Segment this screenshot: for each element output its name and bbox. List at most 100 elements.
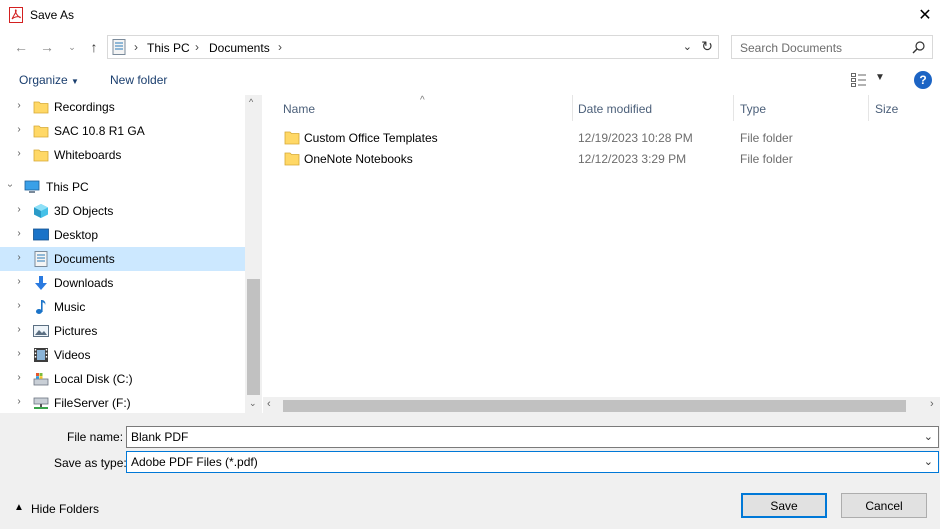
address-bar[interactable]: › This PC › Documents › ⌄ ↻ — [107, 35, 719, 59]
organize-button[interactable]: Organize ▼ — [19, 73, 79, 87]
tree-item-sac[interactable]: › SAC 10.8 R1 GA — [0, 119, 245, 143]
search-input[interactable]: Search Documents — [740, 41, 842, 55]
up-button[interactable]: ↑ — [85, 38, 103, 56]
chevron-right-icon[interactable]: › — [14, 324, 24, 335]
column-divider[interactable] — [572, 95, 573, 121]
tree-item-documents[interactable]: › Documents — [0, 247, 245, 271]
column-header-type[interactable]: Type — [740, 102, 766, 116]
folder-icon — [284, 152, 300, 166]
pdf-app-icon — [9, 7, 23, 23]
chevron-right-icon[interactable]: › — [14, 252, 24, 263]
chevron-down-icon[interactable]: › — [5, 181, 16, 191]
file-list[interactable]: ^ Name Date modified Type Size Custom Of… — [263, 95, 940, 413]
tree-item-downloads[interactable]: › Downloads — [0, 271, 245, 295]
search-box[interactable]: Search Documents — [731, 35, 933, 59]
picture-icon — [33, 325, 49, 337]
desktop-icon — [33, 228, 49, 241]
file-name: Custom Office Templates — [304, 131, 438, 145]
breadcrumb-documents[interactable]: Documents — [209, 41, 270, 55]
folder-icon — [284, 131, 300, 145]
scroll-left-icon[interactable]: ‹ — [267, 398, 271, 410]
breadcrumb-separator: › — [195, 40, 199, 54]
tree-item-music[interactable]: › Music — [0, 295, 245, 319]
chevron-right-icon[interactable]: › — [14, 148, 24, 159]
command-bar: Organize ▼ New folder ▼ ? — [0, 66, 940, 94]
tree-item-pictures[interactable]: › Pictures — [0, 319, 245, 343]
chevron-right-icon[interactable]: › — [14, 396, 24, 407]
network-drive-icon — [33, 397, 49, 409]
chevron-right-icon[interactable]: › — [14, 228, 24, 239]
column-header-size[interactable]: Size — [875, 102, 898, 116]
tree-item-recordings[interactable]: › Recordings — [0, 95, 245, 119]
tree-item-label: Music — [54, 300, 86, 314]
file-date: 12/12/2023 3:29 PM — [578, 152, 687, 166]
chevron-down-icon[interactable]: ⌄ — [924, 455, 933, 468]
chevron-right-icon[interactable]: › — [14, 204, 24, 215]
help-icon[interactable]: ? — [914, 71, 932, 89]
tree-item-label: Recordings — [54, 100, 115, 114]
address-dropdown-icon[interactable]: ⌄ — [683, 40, 692, 53]
chevron-down-icon: ⌄ — [68, 41, 76, 52]
column-divider[interactable] — [733, 95, 734, 121]
column-header-date[interactable]: Date modified — [578, 102, 652, 116]
chevron-right-icon[interactable]: › — [14, 124, 24, 135]
scroll-down-icon[interactable]: ⌄ — [249, 398, 257, 409]
save-type-select[interactable]: Adobe PDF Files (*.pdf) ⌄ — [126, 451, 939, 473]
folder-icon — [33, 101, 49, 114]
title-bar: Save As ✕ — [0, 0, 940, 30]
search-icon — [912, 41, 925, 54]
breadcrumb-this-pc[interactable]: This PC — [147, 41, 190, 55]
filename-input[interactable]: Blank PDF ⌄ — [126, 426, 939, 448]
tree-item-this-pc[interactable]: › This PC — [0, 175, 245, 199]
view-options-icon[interactable] — [851, 73, 867, 87]
breadcrumb-separator: › — [278, 40, 282, 54]
tree-item-label: Downloads — [54, 276, 114, 290]
tree-item-label: 3D Objects — [54, 204, 114, 218]
recent-locations-button[interactable]: ⌄ — [63, 38, 81, 56]
scroll-thumb[interactable] — [283, 400, 906, 412]
tree-item-whiteboards[interactable]: › Whiteboards — [0, 143, 245, 167]
close-button[interactable]: ✕ — [910, 0, 940, 30]
save-type-value: Adobe PDF Files (*.pdf) — [131, 455, 258, 469]
forward-button[interactable]: → — [38, 38, 56, 56]
view-dropdown-icon[interactable]: ▼ — [875, 72, 885, 83]
chevron-right-icon[interactable]: › — [14, 276, 24, 287]
chevron-right-icon[interactable]: › — [14, 100, 24, 111]
tree-item-label: Local Disk (C:) — [54, 372, 133, 386]
tree-item-desktop[interactable]: › Desktop — [0, 223, 245, 247]
scroll-up-icon[interactable]: ^ — [249, 97, 253, 107]
tree-item-videos[interactable]: › Videos — [0, 343, 245, 367]
breadcrumb-separator: › — [134, 40, 138, 54]
navigation-scrollbar[interactable]: ^ ⌄ — [245, 95, 262, 413]
scroll-right-icon[interactable]: › — [930, 398, 934, 410]
file-type: File folder — [740, 152, 793, 166]
navigation-pane[interactable]: › Recordings › SAC 10.8 R1 GA › Whiteboa… — [0, 95, 262, 413]
organize-label: Organize — [19, 73, 68, 87]
column-header-name[interactable]: Name — [283, 102, 315, 116]
tree-item-local-disk[interactable]: › Local Disk (C:) — [0, 367, 245, 391]
computer-icon — [24, 180, 40, 193]
file-row[interactable]: OneNote Notebooks 12/12/2023 3:29 PM Fil… — [263, 148, 940, 169]
file-list-horizontal-scrollbar[interactable]: ‹ › — [263, 397, 940, 413]
video-icon — [34, 348, 48, 362]
chevron-right-icon[interactable]: › — [14, 348, 24, 359]
chevron-right-icon[interactable]: › — [14, 300, 24, 311]
column-divider[interactable] — [868, 95, 869, 121]
file-row[interactable]: Custom Office Templates 12/19/2023 10:28… — [263, 127, 940, 148]
tree-item-3d-objects[interactable]: › 3D Objects — [0, 199, 245, 223]
save-button[interactable]: Save — [741, 493, 827, 518]
back-button[interactable]: ← — [12, 38, 30, 56]
new-folder-button[interactable]: New folder — [110, 73, 167, 87]
file-date: 12/19/2023 10:28 PM — [578, 131, 693, 145]
tree-item-label: Desktop — [54, 228, 99, 242]
cancel-button[interactable]: Cancel — [841, 493, 927, 518]
file-type: File folder — [740, 131, 793, 145]
scroll-thumb[interactable] — [247, 279, 260, 395]
download-icon — [35, 276, 47, 290]
refresh-icon[interactable]: ↻ — [701, 38, 713, 55]
tree-item-fileserver[interactable]: › FileServer (F:) — [0, 391, 245, 413]
cube-icon — [34, 204, 48, 218]
chevron-down-icon[interactable]: ⌄ — [924, 430, 933, 443]
tree-item-label: Whiteboards — [54, 148, 122, 162]
chevron-right-icon[interactable]: › — [14, 372, 24, 383]
